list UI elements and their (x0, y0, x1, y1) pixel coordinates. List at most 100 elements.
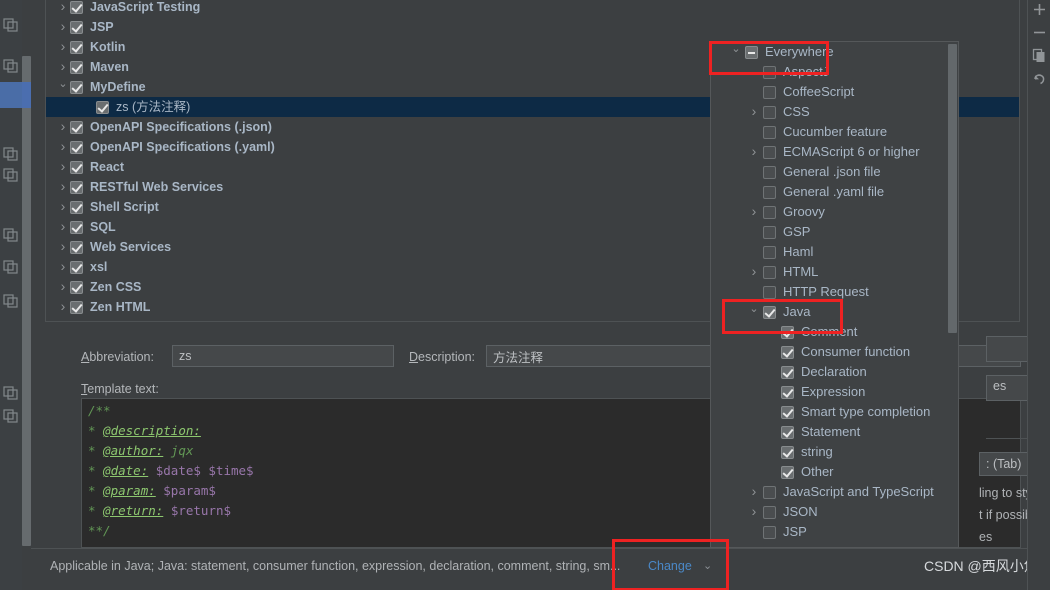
checkbox-off[interactable] (763, 145, 776, 159)
checkbox-checked[interactable] (70, 280, 83, 294)
context-row[interactable]: General .json file (711, 162, 948, 182)
chevron-right-icon[interactable] (56, 296, 70, 318)
template-group-row[interactable]: JavaScript Testing (46, 0, 1019, 17)
checkbox-checked[interactable] (781, 365, 794, 379)
context-row[interactable]: CoffeeScript (711, 82, 948, 102)
checkbox-off[interactable] (763, 65, 776, 79)
template-group-row[interactable]: JSP (46, 17, 1019, 37)
checkbox-checked[interactable] (70, 160, 83, 174)
copy-icon[interactable] (3, 386, 19, 400)
checkbox-dash[interactable] (745, 45, 758, 59)
copy-icon[interactable] (3, 260, 19, 274)
left-rail-selected-item[interactable] (0, 82, 31, 108)
checkbox-checked[interactable] (763, 305, 776, 319)
checkbox-checked[interactable] (70, 140, 83, 154)
checkbox-off[interactable] (763, 85, 776, 99)
chevron-right-icon[interactable] (56, 116, 70, 138)
context-row[interactable]: JavaScript and TypeScript (711, 482, 948, 502)
copy-icon[interactable] (3, 228, 19, 242)
chevron-right-icon[interactable] (745, 201, 763, 223)
context-row[interactable]: Other (711, 462, 948, 482)
chevron-right-icon[interactable] (56, 256, 70, 278)
chevron-right-icon[interactable] (56, 196, 70, 218)
checkbox-checked[interactable] (70, 180, 83, 194)
checkbox-off[interactable] (763, 125, 776, 139)
context-row[interactable]: Declaration (711, 362, 948, 382)
checkbox-checked[interactable] (781, 325, 794, 339)
checkbox-checked[interactable] (70, 20, 83, 34)
chevron-right-icon[interactable] (745, 261, 763, 283)
left-rail-scrollbar-thumb[interactable] (22, 56, 31, 546)
checkbox-off[interactable] (763, 205, 776, 219)
context-row[interactable]: JSP (711, 522, 948, 542)
chevron-right-icon[interactable] (56, 36, 70, 58)
checkbox-off[interactable] (763, 285, 776, 299)
checkbox-checked[interactable] (70, 260, 83, 274)
context-row[interactable]: JSON (711, 502, 948, 522)
checkbox-off[interactable] (763, 505, 776, 519)
change-context-link[interactable]: Change (648, 559, 692, 573)
context-row[interactable]: Cucumber feature (711, 122, 948, 142)
chevron-right-icon[interactable] (745, 141, 763, 163)
chevron-down-icon[interactable] (727, 42, 745, 62)
abbreviation-input[interactable] (172, 345, 394, 367)
chevron-down-icon[interactable] (745, 302, 763, 322)
checkbox-off[interactable] (763, 485, 776, 499)
checkbox-checked[interactable] (70, 200, 83, 214)
context-row[interactable]: string (711, 442, 948, 462)
checkbox-off[interactable] (763, 105, 776, 119)
context-row[interactable]: GSP (711, 222, 948, 242)
checkbox-checked[interactable] (781, 405, 794, 419)
context-row[interactable]: Groovy (711, 202, 948, 222)
checkbox-off[interactable] (763, 165, 776, 179)
chevron-right-icon[interactable] (56, 216, 70, 238)
context-row[interactable]: Statement (711, 422, 948, 442)
checkbox-checked[interactable] (70, 40, 83, 54)
copy-icon[interactable] (1032, 48, 1047, 63)
checkbox-checked[interactable] (70, 300, 83, 314)
checkbox-checked[interactable] (781, 465, 794, 479)
context-row[interactable]: Consumer function (711, 342, 948, 362)
context-row[interactable]: HTML (711, 262, 948, 282)
checkbox-off[interactable] (763, 265, 776, 279)
chevron-right-icon[interactable] (745, 501, 763, 523)
copy-icon[interactable] (3, 294, 19, 308)
context-row[interactable]: Expression (711, 382, 948, 402)
copy-icon[interactable] (3, 59, 19, 73)
context-row[interactable]: Comment (711, 322, 948, 342)
copy-icon[interactable] (3, 168, 19, 182)
checkbox-checked[interactable] (781, 445, 794, 459)
copy-icon[interactable] (3, 409, 19, 423)
context-row[interactable]: ECMAScript 6 or higher (711, 142, 948, 162)
checkbox-checked[interactable] (70, 240, 83, 254)
context-row[interactable]: CSS (711, 102, 948, 122)
chevron-down-icon[interactable] (56, 77, 70, 97)
checkbox-checked[interactable] (70, 220, 83, 234)
context-row[interactable]: AspectJ (711, 62, 948, 82)
checkbox-checked[interactable] (781, 345, 794, 359)
checkbox-off[interactable] (763, 525, 776, 539)
chevron-right-icon[interactable] (745, 481, 763, 503)
checkbox-off[interactable] (763, 185, 776, 199)
context-row[interactable]: Java (711, 302, 948, 322)
chevron-right-icon[interactable] (745, 101, 763, 123)
chevron-down-icon[interactable]: ⌄ (703, 559, 712, 572)
checkbox-checked[interactable] (96, 100, 109, 114)
context-row[interactable]: Everywhere (711, 42, 948, 62)
context-row[interactable]: General .yaml file (711, 182, 948, 202)
checkbox-checked[interactable] (781, 425, 794, 439)
context-row[interactable]: Smart type completion (711, 402, 948, 422)
chevron-right-icon[interactable] (56, 236, 70, 258)
chevron-right-icon[interactable] (56, 156, 70, 178)
checkbox-checked[interactable] (781, 385, 794, 399)
copy-icon[interactable] (3, 147, 19, 161)
popup-scrollbar-thumb[interactable] (948, 44, 957, 333)
checkbox-checked[interactable] (70, 120, 83, 134)
context-selection-popup[interactable]: Everywhere AspectJ CoffeeScript CSS Cucumber… (710, 41, 959, 548)
minus-icon[interactable] (1032, 25, 1047, 40)
chevron-right-icon[interactable] (56, 136, 70, 158)
chevron-right-icon[interactable] (56, 176, 70, 198)
copy-icon[interactable] (3, 18, 19, 32)
checkbox-off[interactable] (763, 245, 776, 259)
plus-icon[interactable] (1032, 2, 1047, 17)
